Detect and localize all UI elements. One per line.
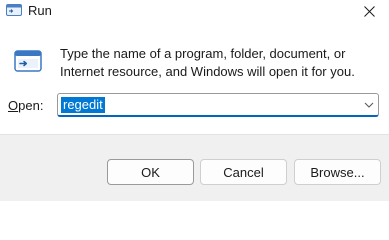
instruction-text: Type the name of a program, folder, docu… [60, 46, 355, 79]
open-label-accesskey: O [8, 98, 19, 113]
run-app-icon [6, 4, 22, 16]
open-label-rest: pen: [18, 98, 44, 113]
cancel-button[interactable]: Cancel [200, 159, 287, 185]
open-combobox[interactable]: regedit [57, 93, 379, 117]
browse-ellipsis: ... [353, 164, 365, 180]
close-button[interactable] [350, 0, 389, 22]
window-title: Run [28, 3, 52, 18]
browse-label: Browse [310, 164, 354, 180]
open-input-value[interactable]: regedit [61, 97, 105, 113]
browse-button[interactable]: Browse... [294, 159, 381, 185]
button-bar: OK Cancel Browse... [0, 134, 389, 201]
open-label: Open: [8, 98, 43, 113]
ok-button[interactable]: OK [107, 159, 194, 185]
run-app-icon [14, 47, 42, 75]
close-icon [364, 5, 375, 17]
title-bar: Run [0, 0, 389, 22]
chevron-down-icon[interactable] [364, 100, 374, 110]
